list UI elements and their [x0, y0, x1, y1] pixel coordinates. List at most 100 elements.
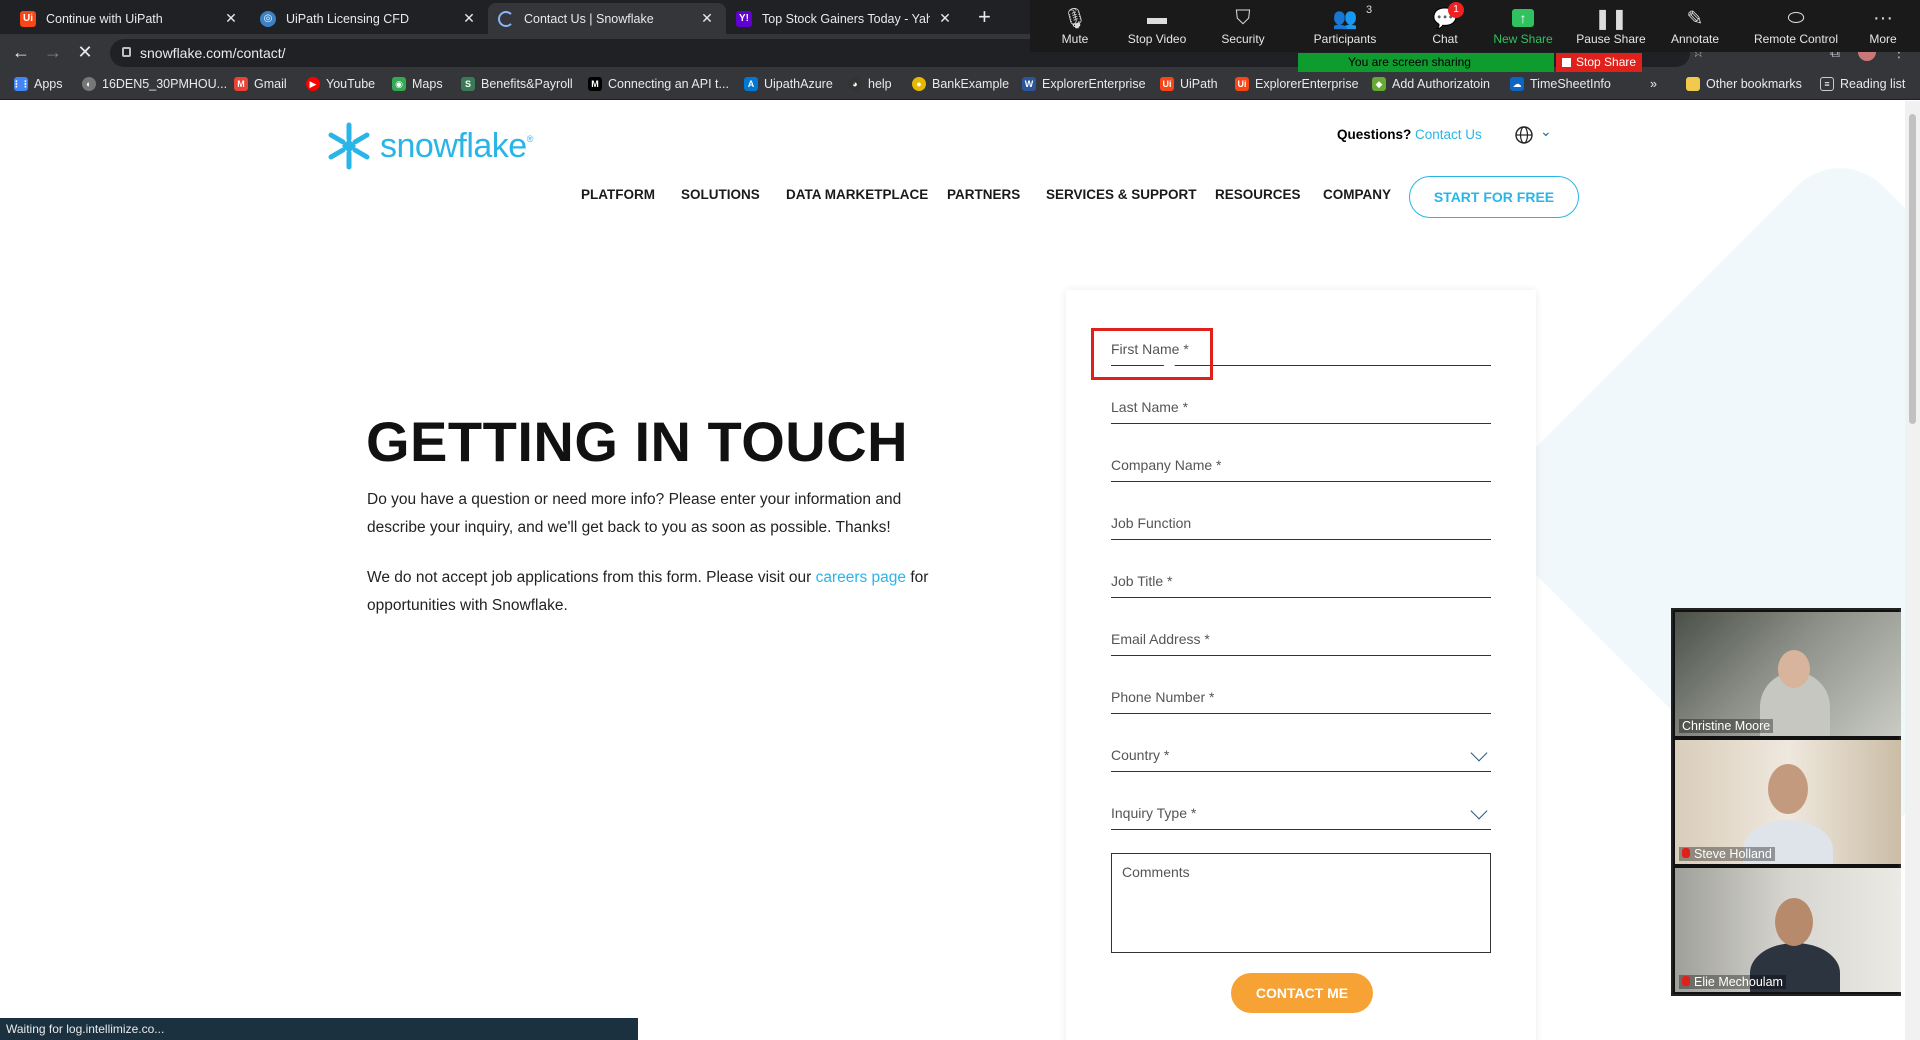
- zoom-toolbar: 🎙 Mute ▬ Stop Video ⛉ Security 👥 Participant…: [1030, 0, 1920, 52]
- last-name-field[interactable]: [1111, 382, 1491, 424]
- bookmark-uipath[interactable]: Ui UiPath: [1160, 77, 1218, 91]
- participants-count: 3: [1366, 4, 1373, 16]
- snowflake-logo[interactable]: snowflake ®: [324, 121, 533, 171]
- uipath-icon: Ui: [20, 10, 36, 27]
- bookmark-youtube[interactable]: ▶ YouTube: [306, 77, 375, 91]
- chat-icon: 💬: [1432, 7, 1458, 30]
- new-share-button[interactable]: ↑ New Share: [1478, 4, 1568, 46]
- stop-video-button[interactable]: ▬ Stop Video: [1112, 4, 1202, 47]
- tab-yahoo-stocks[interactable]: Y! Top Stock Gainers Today - Yahoo ✕: [726, 3, 964, 34]
- bookmark-maps[interactable]: ◉ Maps: [392, 77, 443, 91]
- job-function-field[interactable]: [1111, 498, 1491, 540]
- start-for-free-button[interactable]: START FOR FREE: [1409, 176, 1579, 218]
- globe-icon[interactable]: [1514, 125, 1534, 145]
- intro-text: Do you have a question or need more info…: [367, 491, 902, 536]
- remote-control-button[interactable]: ⬭ Remote Control: [1744, 4, 1848, 47]
- tab-contact-snowflake[interactable]: Contact Us | Snowflake ✕: [488, 3, 726, 34]
- nav-partners[interactable]: PARTNERS: [947, 187, 1020, 202]
- scrollbar-thumb[interactable]: [1909, 114, 1916, 424]
- participants-button[interactable]: 👥 Participants: [1300, 4, 1390, 47]
- mute-button[interactable]: 🎙 Mute: [1030, 4, 1120, 47]
- contact-me-button[interactable]: CONTACT ME: [1231, 973, 1373, 1013]
- bookmark-add-authorization[interactable]: ◆ Add Authorizatoin: [1372, 77, 1490, 91]
- video-tile[interactable]: Christine Moore: [1675, 612, 1901, 736]
- nav-solutions[interactable]: SOLUTIONS: [681, 187, 760, 202]
- nav-platform[interactable]: PLATFORM: [581, 187, 655, 202]
- shield-icon: ⛉: [1235, 6, 1251, 29]
- nav-data-marketplace[interactable]: DATA MARKETPLACE: [786, 187, 928, 202]
- nav-services-support[interactable]: SERVICES & SUPPORT: [1046, 187, 1197, 202]
- chat-badge: 1: [1448, 2, 1464, 18]
- contact-us-link[interactable]: Contact Us: [1415, 127, 1482, 142]
- email-input[interactable]: [1111, 631, 1491, 647]
- bookmark-uipathazure[interactable]: A UipathAzure: [744, 77, 833, 91]
- stop-share-button[interactable]: Stop Share: [1556, 53, 1642, 72]
- video-tile[interactable]: Elie Mechoulam: [1675, 868, 1901, 992]
- yahoo-icon: Y!: [736, 10, 752, 27]
- tab-uipath-licensing[interactable]: ◎ UiPath Licensing CFD ✕: [250, 3, 488, 34]
- bookmarks-bar: ⋮⋮ Apps ◐ 16DEN5_30PMHOU... M Gmail ▶ YouTub…: [0, 70, 1920, 100]
- phone-input[interactable]: [1111, 689, 1491, 705]
- inquiry-type-input[interactable]: [1111, 805, 1491, 821]
- inquiry-type-select[interactable]: [1111, 788, 1491, 830]
- stop-loading-button[interactable]: ✕: [72, 40, 98, 64]
- job-title-input[interactable]: [1111, 573, 1491, 589]
- coin-icon: ●: [912, 77, 926, 91]
- bookmarks-overflow-button[interactable]: »: [1650, 77, 1657, 91]
- globe-icon: ◐: [82, 77, 96, 91]
- nav-company[interactable]: COMPANY: [1323, 187, 1391, 202]
- company-name-input[interactable]: [1111, 457, 1491, 473]
- mouse-icon: ⬭: [1787, 6, 1805, 29]
- forward-button[interactable]: →: [40, 40, 66, 64]
- muted-mic-icon: [1682, 848, 1690, 858]
- last-name-input[interactable]: [1111, 399, 1491, 415]
- bookmark-explorerenterprise[interactable]: W ExplorerEnterprise: [1022, 77, 1146, 91]
- reading-list-icon: ≡: [1820, 77, 1834, 91]
- bookmark-timesheetinfo[interactable]: ☁ TimeSheetInfo: [1510, 77, 1611, 91]
- screen-sharing-indicator: You are screen sharing: [1298, 53, 1554, 72]
- bookmark-apps[interactable]: ⋮⋮ Apps: [12, 77, 63, 91]
- bookmark-gmail[interactable]: M Gmail: [234, 77, 287, 91]
- reading-list[interactable]: ≡ Reading list: [1820, 77, 1905, 91]
- close-icon[interactable]: ✕: [936, 10, 954, 27]
- more-button[interactable]: ··· More: [1848, 4, 1918, 47]
- bookmark-connecting-api[interactable]: M Connecting an API t...: [588, 77, 729, 91]
- close-icon[interactable]: ✕: [222, 10, 240, 27]
- back-button[interactable]: ←: [8, 40, 34, 64]
- phone-field[interactable]: [1111, 672, 1491, 714]
- chat-button[interactable]: 💬 Chat: [1400, 4, 1490, 47]
- cloud-icon: ☁: [1510, 77, 1524, 91]
- bookmark-bankexample[interactable]: ● BankExample: [912, 77, 1009, 91]
- comments-textarea[interactable]: [1112, 854, 1490, 952]
- pause-icon: ❚❚: [1594, 7, 1628, 30]
- new-tab-button[interactable]: +: [978, 5, 991, 29]
- annotate-button[interactable]: ✎ Annotate: [1650, 4, 1740, 47]
- tab-continue-with-uipath[interactable]: Ui Continue with UiPath ✕: [10, 3, 250, 34]
- muted-mic-icon: [1682, 976, 1690, 986]
- job-title-field[interactable]: [1111, 556, 1491, 598]
- company-name-field[interactable]: [1111, 440, 1491, 482]
- nav-resources[interactable]: RESOURCES: [1215, 187, 1301, 202]
- bookmark-explorerenterprise-2[interactable]: Ui ExplorerEnterprise: [1235, 77, 1359, 91]
- close-icon[interactable]: ✕: [698, 10, 716, 27]
- bookmark-help[interactable]: ◕ help: [848, 77, 892, 91]
- folder-icon: [1686, 77, 1700, 91]
- country-select[interactable]: [1111, 730, 1491, 772]
- job-function-input[interactable]: [1111, 515, 1491, 531]
- maps-pin-icon: ◉: [392, 77, 406, 91]
- careers-notice: We do not accept job applications from t…: [367, 569, 929, 614]
- azure-icon: A: [744, 77, 758, 91]
- email-field[interactable]: [1111, 614, 1491, 656]
- pause-share-button[interactable]: ❚❚ Pause Share: [1566, 4, 1656, 47]
- participant-name: Steve Holland: [1679, 847, 1775, 861]
- other-bookmarks[interactable]: Other bookmarks: [1686, 77, 1802, 91]
- careers-page-link[interactable]: careers page: [816, 569, 906, 586]
- bookmark-16den5[interactable]: ◐ 16DEN5_30PMHOU...: [82, 77, 227, 91]
- chevron-down-icon[interactable]: ⌄: [1540, 123, 1552, 140]
- comments-field[interactable]: [1111, 853, 1491, 953]
- bookmark-benefits[interactable]: S Benefits&Payroll: [461, 77, 573, 91]
- video-tile[interactable]: Steve Holland: [1675, 740, 1901, 864]
- country-input[interactable]: [1111, 747, 1491, 763]
- security-button[interactable]: ⛉ Security: [1198, 4, 1288, 47]
- close-icon[interactable]: ✕: [460, 10, 478, 27]
